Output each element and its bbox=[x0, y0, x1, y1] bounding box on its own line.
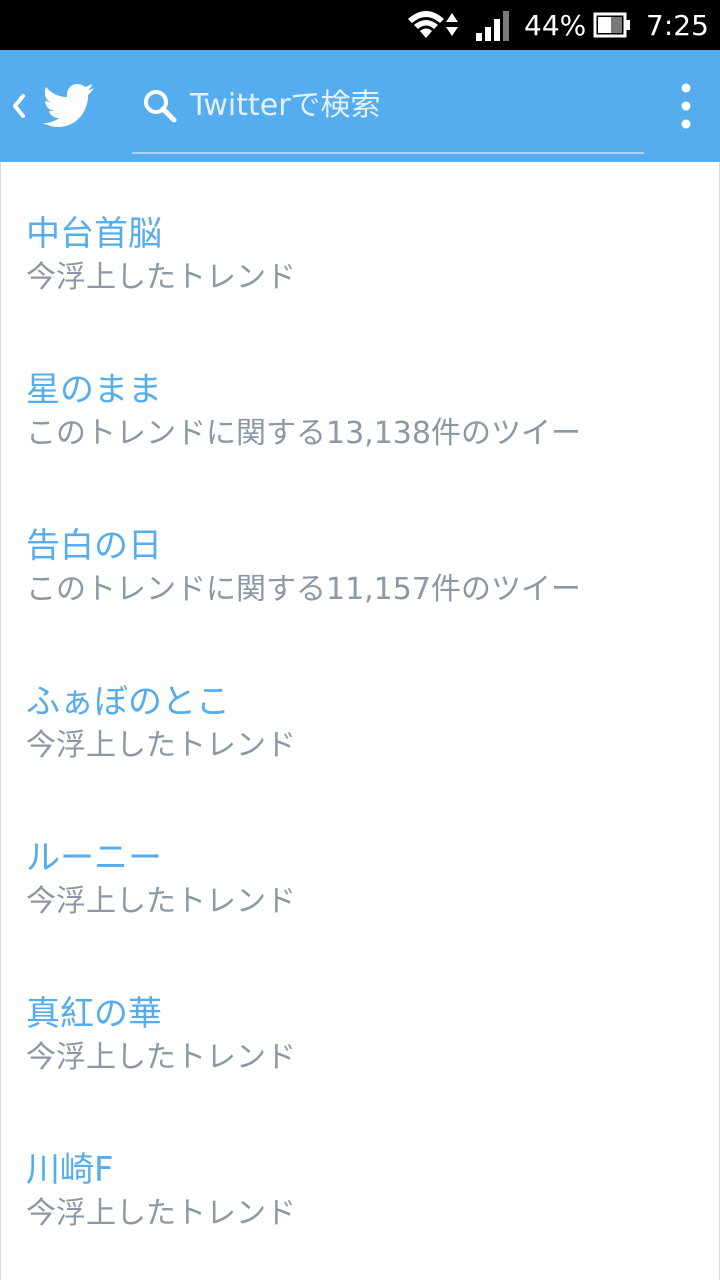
status-bar: 44% 7:25 bbox=[0, 0, 720, 50]
search-icon bbox=[142, 88, 178, 124]
trend-description: 今浮上したトレンド bbox=[26, 728, 296, 763]
trend-description: このトレンドに関する13,138件のツイー bbox=[26, 416, 581, 451]
battery-icon bbox=[592, 0, 634, 50]
trend-item[interactable]: 真紅の華 今浮上したトレンド bbox=[1, 942, 719, 1098]
trend-name: 星のまま bbox=[26, 370, 162, 410]
trend-item[interactable]: 川崎F 今浮上したトレンド bbox=[1, 1098, 719, 1254]
signal-icon bbox=[472, 0, 514, 50]
trend-name: 真紅の華 bbox=[26, 994, 162, 1034]
trend-item[interactable]: ルーニー 今浮上したトレンド bbox=[1, 786, 719, 942]
overflow-menu-icon[interactable] bbox=[666, 82, 706, 130]
battery-percent: 44% bbox=[524, 8, 587, 42]
back-icon[interactable] bbox=[8, 86, 30, 126]
trend-item[interactable]: ふぁぼのとこ 今浮上したトレンド bbox=[1, 630, 719, 786]
trend-name: 川崎F bbox=[26, 1150, 114, 1190]
action-bar: Twitterで検索 bbox=[0, 50, 720, 162]
twitter-bird-icon[interactable] bbox=[42, 82, 96, 128]
trend-description: 今浮上したトレンド bbox=[26, 884, 296, 919]
wifi-icon bbox=[404, 0, 466, 50]
trend-description: 今浮上したトレンド bbox=[26, 260, 296, 295]
trend-description: このトレンドに関する11,157件のツイー bbox=[26, 572, 581, 607]
search-placeholder: Twitterで検索 bbox=[190, 88, 381, 123]
trend-name: 告白の日 bbox=[26, 526, 162, 566]
trend-description: 今浮上したトレンド bbox=[26, 1196, 296, 1231]
trend-name: ルーニー bbox=[26, 838, 162, 878]
trend-item[interactable]: 中台首脳 今浮上したトレンド bbox=[1, 162, 719, 318]
trend-name: ふぁぼのとこ bbox=[26, 682, 230, 722]
clock: 7:25 bbox=[646, 8, 709, 42]
trend-description: 今浮上したトレンド bbox=[26, 1040, 296, 1075]
trend-name: 中台首脳 bbox=[26, 214, 162, 254]
trends-content: 中台首脳 今浮上したトレンド 星のまま このトレンドに関する13,138件のツイ… bbox=[0, 162, 720, 1280]
search-field[interactable]: Twitterで検索 bbox=[132, 68, 644, 154]
trend-item[interactable]: 告白の日 このトレンドに関する11,157件のツイー bbox=[1, 474, 719, 630]
trend-item[interactable]: 星のまま このトレンドに関する13,138件のツイー bbox=[1, 318, 719, 474]
